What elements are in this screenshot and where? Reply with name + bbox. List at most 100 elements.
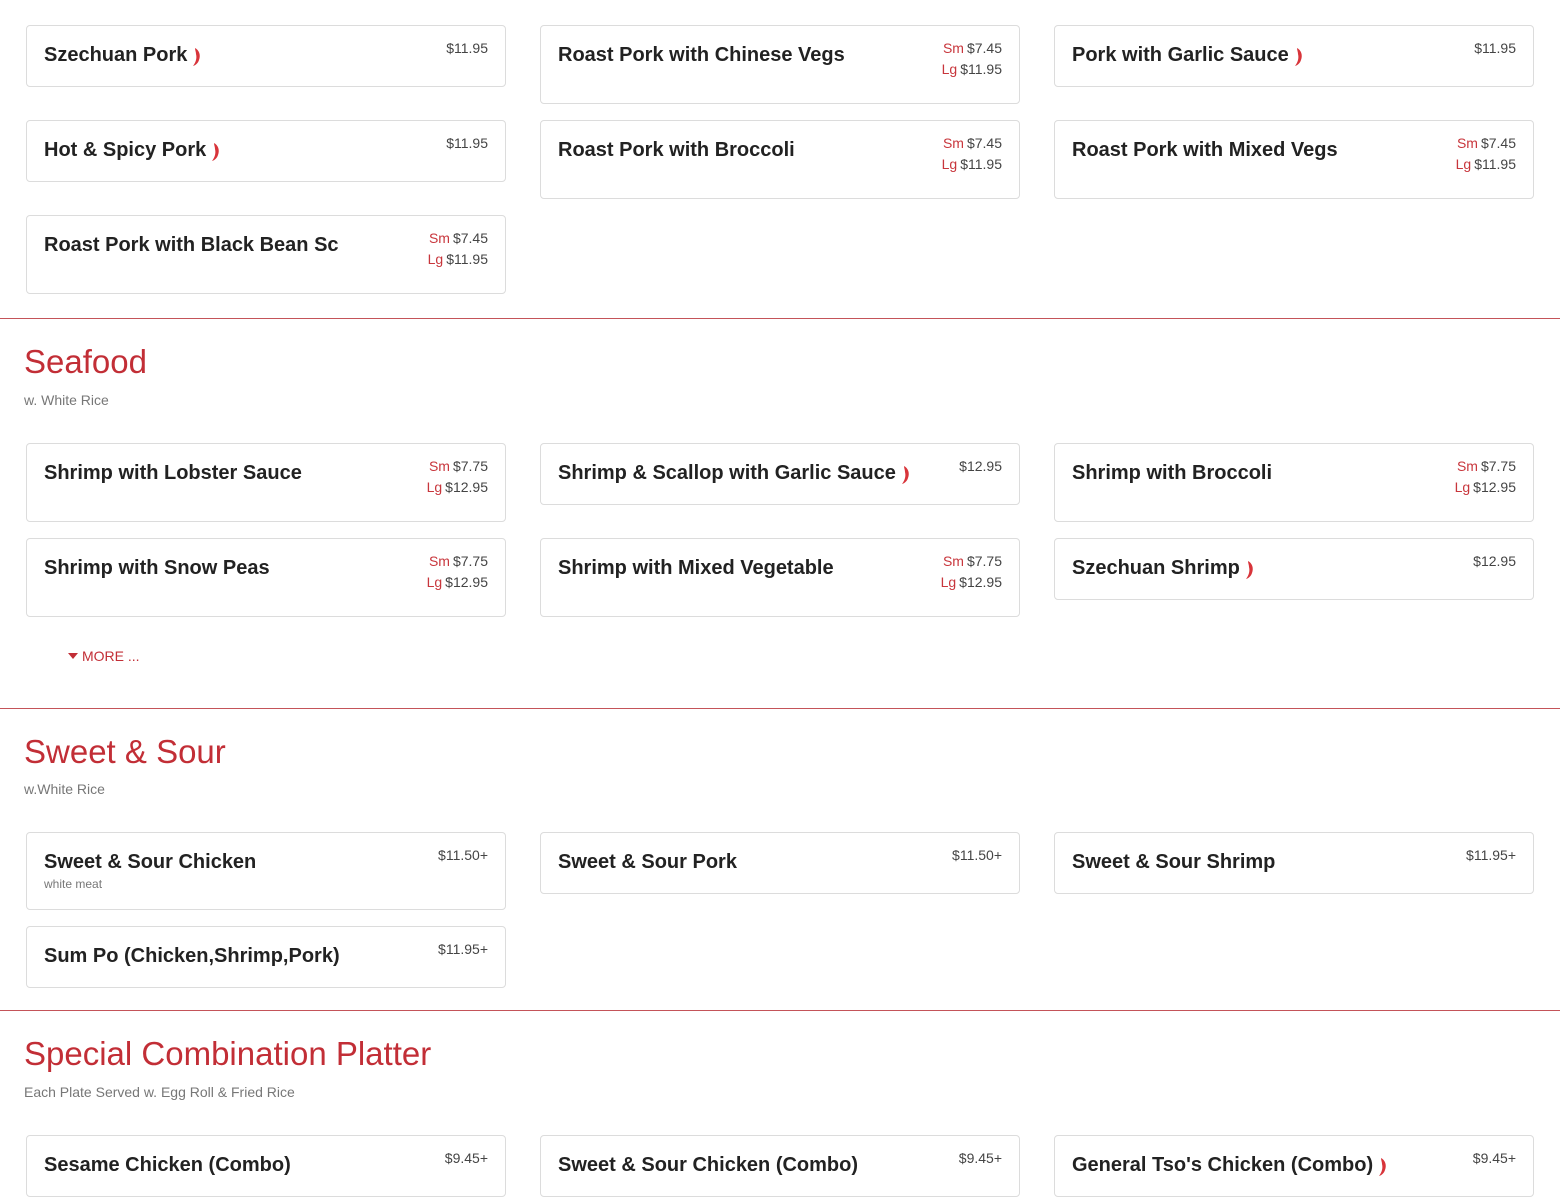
size-label-lg: Lg [1454, 479, 1471, 495]
item-name: Pork with Garlic Sauce [1072, 44, 1289, 66]
menu-item-card[interactable]: Sweet & Sour Pork $11.50+ [540, 832, 1020, 894]
item-name: Shrimp with Lobster Sauce [44, 462, 302, 484]
chili-pepper-icon [1379, 1158, 1386, 1176]
price-small: $7.75 [452, 458, 488, 474]
section-subtitle-combo: Each Plate Served w. Egg Roll & Fried Ri… [24, 1084, 295, 1100]
price-large: $12.95 [445, 574, 488, 590]
menu-item-card[interactable]: Szechuan Shrimp $12.95 [1054, 538, 1534, 600]
price-small: $7.75 [966, 553, 1002, 569]
item-price: $9.45+ [1472, 1150, 1516, 1166]
size-label-lg: Lg [940, 574, 957, 590]
item-name: Roast Pork with Black Bean Sc [44, 234, 339, 256]
item-price: $11.95+ [1466, 847, 1516, 863]
item-name: Szechuan Shrimp [1072, 557, 1240, 579]
menu-item-card[interactable]: Roast Pork with Broccoli Sm $7.45 Lg $11.9… [540, 120, 1020, 199]
menu-item-card[interactable]: Roast Pork with Black Bean Sc Sm $7.45 Lg… [26, 215, 506, 294]
item-name: Sweet & Sour Chicken (Combo) [558, 1154, 859, 1176]
price-small: $7.75 [1480, 458, 1516, 474]
menu-item-card[interactable]: Sesame Chicken (Combo) $9.45+ [26, 1135, 506, 1197]
price-large: $12.95 [1473, 479, 1516, 495]
chili-pepper-icon [901, 466, 909, 484]
price-large: $11.95 [960, 156, 1002, 172]
price-large: $11.95 [1474, 156, 1516, 172]
price-large: $11.95 [960, 61, 1002, 77]
menu-item-card[interactable]: Shrimp with Mixed Vegetable Sm $7.75 Lg $1… [540, 538, 1020, 617]
item-name: Roast Pork with Mixed Vegs [1072, 139, 1338, 161]
menu-item-card[interactable]: Shrimp & Scallop with Garlic Sauce $12.9… [540, 443, 1020, 505]
item-price: $11.50+ [952, 847, 1002, 863]
item-price: $11.95+ [438, 941, 488, 957]
item-name: Hot & Spicy Pork [44, 139, 207, 161]
item-name: Sweet & Sour Shrimp [1072, 851, 1276, 873]
menu-item-card[interactable]: Sweet & Sour Chicken (Combo) $9.45+ [540, 1135, 1020, 1197]
chili-pepper-icon [1245, 561, 1253, 579]
size-label-lg: Lg [426, 574, 443, 590]
caret-down-icon [68, 653, 78, 659]
section-divider [0, 1010, 1560, 1011]
size-label-lg: Lg [941, 61, 958, 77]
item-name: Sweet & Sour Pork [558, 851, 737, 873]
menu-item-card[interactable]: General Tso's Chicken (Combo) $9.45+ [1054, 1135, 1534, 1197]
combo-items-grid: Sesame Chicken (Combo) $9.45+ Sweet & So… [26, 1135, 1534, 1197]
section-divider [0, 318, 1560, 319]
menu-item-card[interactable]: Szechuan Pork $11.95 [26, 25, 506, 87]
menu-item-card[interactable]: Shrimp with Snow Peas Sm $7.75 Lg $12.95 [26, 538, 506, 617]
item-name: Szechuan Pork [44, 44, 188, 66]
menu-item-card[interactable]: Sweet & Sour Chicken white meat $11.50+ [26, 832, 506, 910]
price-small: $7.45 [966, 40, 1002, 56]
section-title-seafood: Seafood [24, 343, 147, 380]
size-label-lg: Lg [941, 156, 958, 172]
size-label-sm: Sm [428, 553, 450, 569]
menu-item-card[interactable]: Pork with Garlic Sauce $11.95 [1054, 25, 1534, 87]
price-small: $7.45 [452, 230, 488, 246]
size-label-sm: Sm [942, 40, 964, 56]
seafood-items-grid: Shrimp with Lobster Sauce Sm $7.75 Lg $12.… [26, 443, 1534, 617]
size-label-sm: Sm [428, 458, 450, 474]
menu-item-card[interactable]: Hot & Spicy Pork $11.95 [26, 120, 506, 182]
menu-item-card[interactable]: Sum Po (Chicken,Shrimp,Pork) $11.95+ [26, 926, 506, 988]
item-name: Sum Po (Chicken,Shrimp,Pork) [44, 945, 340, 967]
size-label-sm: Sm [1456, 135, 1478, 151]
item-name: General Tso's Chicken (Combo) [1072, 1154, 1374, 1176]
more-label: MORE ... [82, 648, 140, 664]
section-title-sweet-sour: Sweet & Sour [24, 733, 226, 770]
item-name: Roast Pork with Chinese Vegs [558, 44, 845, 66]
section-divider [0, 708, 1560, 709]
size-label-sm: Sm [942, 553, 964, 569]
chili-pepper-icon [212, 143, 220, 161]
size-label-sm: Sm [428, 230, 450, 246]
item-name: Shrimp with Mixed Vegetable [558, 557, 834, 579]
more-button[interactable]: MORE ... [68, 648, 140, 664]
price-small: $7.45 [1480, 135, 1516, 151]
item-price: $12.95 [959, 458, 1002, 474]
section-title-combo: Special Combination Platter [24, 1035, 432, 1072]
price-large: $12.95 [445, 479, 488, 495]
menu-item-card[interactable]: Roast Pork with Mixed Vegs Sm $7.45 Lg $11… [1054, 120, 1534, 199]
item-name: Sweet & Sour Chicken [44, 851, 257, 873]
item-description: white meat [44, 877, 103, 891]
item-price: $11.95 [446, 135, 488, 151]
price-large: $11.95 [446, 251, 488, 267]
item-price: $12.95 [1473, 553, 1516, 569]
menu-item-card[interactable]: Roast Pork with Chinese Vegs Sm $7.45 Lg $… [540, 25, 1020, 104]
size-label-lg: Lg [427, 251, 444, 267]
menu-page: Szechuan Pork $11.95 Roast Pork with Chi… [0, 0, 1560, 1197]
item-price: $9.45+ [958, 1150, 1002, 1166]
pork-items-grid: Szechuan Pork $11.95 Roast Pork with Chi… [26, 25, 1534, 294]
item-name: Shrimp & Scallop with Garlic Sauce [558, 462, 896, 484]
menu-item-card[interactable]: Shrimp with Lobster Sauce Sm $7.75 Lg $12.… [26, 443, 506, 522]
chili-pepper-icon [193, 48, 201, 66]
sweet-sour-items-grid: Sweet & Sour Chicken white meat $11.50+ … [26, 832, 1534, 988]
price-small: $7.75 [452, 553, 488, 569]
menu-item-card[interactable]: Shrimp with Broccoli Sm $7.75 Lg $12.95 [1054, 443, 1534, 522]
item-price: $9.45+ [444, 1150, 488, 1166]
section-subtitle-sweet-sour: w.White Rice [24, 781, 105, 797]
item-price: $11.50+ [438, 847, 488, 863]
price-small: $7.45 [966, 135, 1002, 151]
size-label-sm: Sm [942, 135, 964, 151]
size-label-lg: Lg [1455, 156, 1472, 172]
section-subtitle-seafood: w. White Rice [24, 392, 109, 408]
item-name: Shrimp with Snow Peas [44, 557, 270, 579]
menu-item-card[interactable]: Sweet & Sour Shrimp $11.95+ [1054, 832, 1534, 894]
item-name: Sesame Chicken (Combo) [44, 1154, 291, 1176]
